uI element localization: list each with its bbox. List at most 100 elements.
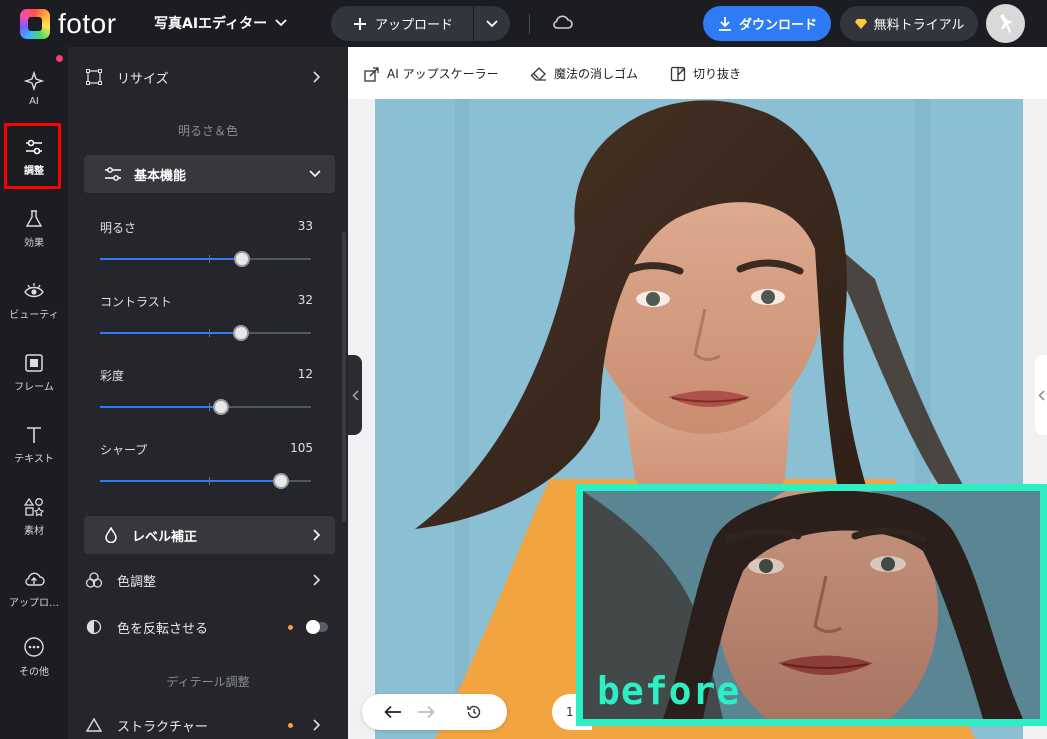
redo-arrow-icon[interactable] [417,705,435,719]
chevron-right-icon [313,719,321,731]
ai-upscaler-label: AI アップスケーラー [387,67,499,81]
sliders-icon [26,139,42,155]
slider-thumb[interactable] [233,325,249,341]
upscale-icon [364,66,379,82]
slider-label: 彩度 [100,369,125,383]
rail-item-label: フレーム [14,382,54,393]
basic-section-header[interactable]: 基本機能 [84,155,335,193]
chevron-left-icon [351,389,359,401]
chevron-down-icon [275,19,287,27]
upload-dropdown-button[interactable] [474,6,510,41]
rail-item-elements[interactable]: 素材 [0,487,68,547]
chevron-right-icon [313,574,321,586]
upload-button[interactable]: アップロード [331,6,473,41]
history-icon[interactable] [466,704,482,720]
slider-value: 105 [290,441,313,455]
slider-center-tick [209,329,210,337]
panel-collapse-handle[interactable] [348,355,362,435]
avatar[interactable] [986,4,1025,43]
divider [529,14,530,34]
slider-center-tick [209,403,210,411]
more-icon [24,637,44,657]
cloud-icon [553,15,573,29]
diamond-icon [854,18,867,29]
slider-track[interactable] [100,251,311,267]
canvas-area: AI アップスケーラー 魔法の消しゴム 切り抜き 1 before [348,47,1047,739]
cutout-label: 切り抜き [693,67,742,81]
slider-label: シャープ [100,443,148,457]
right-panel-handle[interactable] [1035,355,1047,435]
slider-value: 12 [297,367,313,381]
upload-label: アップロード [375,18,454,33]
slider-thumb[interactable] [213,399,229,415]
ai-upscaler-tool[interactable]: AI アップスケーラー [364,65,499,82]
fotor-logo-mark [20,9,50,39]
chevron-right-icon [313,529,321,541]
slider-track[interactable] [100,473,311,489]
history-controls [362,694,507,730]
rail-item-label: テキスト [14,454,54,465]
eraser-icon [530,66,546,81]
frame-icon [25,354,43,372]
pro-dot [288,723,293,728]
rail-item-beauty[interactable]: ビューティ [0,271,68,331]
invert-icon [84,619,104,635]
rail-item-label: 素材 [24,526,44,537]
structure-row[interactable]: ストラクチャー [84,715,335,735]
section-title-detail: ディテール調整 [166,675,250,689]
slider-fill [100,332,241,334]
text-icon [27,427,41,443]
user-bird-icon [999,13,1013,33]
rail-item-upload[interactable]: アップロ… [0,559,68,619]
slider-label: コントラスト [100,295,172,309]
invert-toggle[interactable] [306,620,328,634]
slider-fill [100,258,242,260]
free-trial-button[interactable]: 無料トライアル [840,6,978,41]
color-adjust-row[interactable]: 色調整 [84,570,335,590]
slider-thumb[interactable] [273,473,289,489]
rail-item-label: その他 [19,667,49,678]
sliders-icon [105,167,121,181]
download-button[interactable]: ダウンロード [703,6,831,41]
logo-text: fotor [58,8,117,39]
rail-item-label: AI [29,96,39,107]
rail-item-frame[interactable]: フレーム [0,343,68,403]
undo-arrow-icon[interactable] [384,705,402,719]
section-title-brightness-color: 明るさ＆色 [177,124,238,138]
slider-center-tick [209,477,210,485]
cloud-upload-icon [25,572,45,586]
color-circles-icon [84,572,104,588]
fotor-logo[interactable]: fotor [20,8,117,40]
resize-row[interactable]: リサイズ [84,67,335,87]
shapes-icon [24,497,44,517]
editor-switcher[interactable]: 写真AIエディター [154,13,287,33]
rail-item-adjust[interactable]: 調整 [0,127,68,187]
rail-item-effects[interactable]: 効果 [0,199,68,259]
basic-section-label: 基本機能 [134,168,187,184]
rail-item-more[interactable]: その他 [0,627,68,687]
levels-label: レベル補正 [132,529,198,545]
levels-row[interactable]: レベル補正 [84,516,335,554]
drop-icon [105,527,117,543]
magic-eraser-tool[interactable]: 魔法の消しゴム [530,65,638,82]
cutout-tool[interactable]: 切り抜き [670,65,741,82]
chevron-down-icon [486,19,498,27]
structure-label: ストラクチャー [117,719,208,735]
rail-item-label: 調整 [24,166,44,177]
plus-icon [354,17,366,30]
zoom-text: 1 [566,705,574,719]
slider-track[interactable] [100,325,311,341]
rail-item-ai[interactable]: AI [0,59,68,119]
top-bar: fotor 写真AIエディター アップロード ダウンロード 無料トライアル [0,0,1047,47]
rail-item-label: 効果 [24,238,44,249]
rail-item-text[interactable]: テキスト [0,415,68,475]
slider-thumb[interactable] [234,251,250,267]
editor-name-label: 写真AIエディター [154,16,268,32]
panel-scrollbar[interactable] [342,232,346,522]
cloud-save-button[interactable] [551,13,573,35]
canvas-toolbar: AI アップスケーラー 魔法の消しゴム 切り抜き [348,47,1047,99]
slider-track[interactable] [100,399,311,415]
trial-label: 無料トライアル [873,18,965,33]
adjust-panel: リサイズ 明るさ＆色 基本機能 明るさ 33 コントラスト 32 彩度 12 シ… [68,47,348,739]
chevron-left-icon [1037,389,1045,401]
